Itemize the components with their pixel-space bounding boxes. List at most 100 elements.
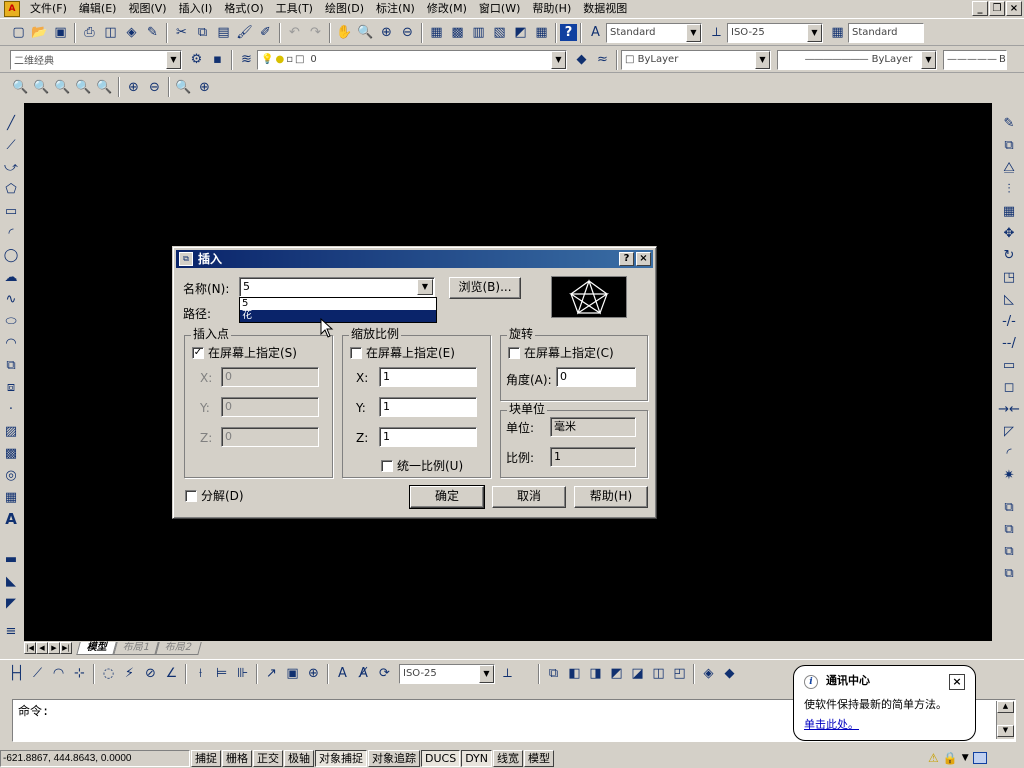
- draworder-3-icon[interactable]: ⧉: [999, 540, 1019, 562]
- zoom-extents-icon[interactable]: ⊕: [194, 77, 215, 98]
- copy-icon[interactable]: ⧉: [192, 22, 213, 43]
- sheet-set-icon[interactable]: ▧: [489, 22, 510, 43]
- plot-icon[interactable]: ✎: [142, 22, 163, 43]
- rectangle-icon[interactable]: ▭: [1, 200, 21, 222]
- otrack-toggle[interactable]: 对象追踪: [368, 750, 420, 767]
- scale-icon[interactable]: ◳: [999, 266, 1019, 288]
- menu-tools[interactable]: 工具(T): [270, 0, 319, 18]
- undo-icon[interactable]: ↶: [284, 22, 305, 43]
- print-icon[interactable]: ⎙: [79, 22, 100, 43]
- layer-combo[interactable]: 💡 ● ▫ □ 0 ▼: [257, 49, 567, 70]
- construction-line-icon[interactable]: ⟋: [1, 134, 21, 156]
- ok-button[interactable]: 确定: [409, 485, 485, 509]
- cancel-button[interactable]: 取消: [492, 486, 566, 508]
- zoom-object-icon[interactable]: 🔍: [94, 77, 115, 98]
- paste-icon[interactable]: ▤: [213, 22, 234, 43]
- zoom-dynamic-icon[interactable]: 🔍: [31, 77, 52, 98]
- zoom-scale-icon[interactable]: 🔍: [52, 77, 73, 98]
- coordinates-readout[interactable]: -621.8867, 444.8643, 0.0000: [0, 750, 190, 767]
- next-tab-icon[interactable]: ▶: [48, 642, 60, 654]
- zoom-realtime-icon[interactable]: 🔍: [355, 22, 376, 43]
- lineweight-toggle[interactable]: 线宽: [493, 750, 524, 767]
- left-extra-2-icon[interactable]: ◣: [1, 570, 21, 592]
- view-right-icon[interactable]: ◪: [627, 663, 648, 684]
- join-icon[interactable]: →←: [998, 398, 1020, 420]
- prev-tab-icon[interactable]: ◀: [36, 642, 48, 654]
- stretch-icon[interactable]: ◺: [999, 288, 1019, 310]
- warning-icon[interactable]: ⚠: [928, 751, 939, 765]
- erase-icon[interactable]: ✎: [999, 112, 1019, 134]
- tool-palettes-icon[interactable]: ▥: [468, 22, 489, 43]
- scale-y-field[interactable]: 1: [379, 397, 477, 417]
- layer-manager-icon[interactable]: ≋: [236, 49, 257, 70]
- break-at-point-icon[interactable]: ▭: [999, 354, 1019, 376]
- offset-icon[interactable]: ⫶: [999, 178, 1019, 200]
- arc-icon[interactable]: ◜: [1, 222, 21, 244]
- extend-icon[interactable]: --/: [999, 332, 1019, 354]
- preview-icon[interactable]: ◫: [100, 22, 121, 43]
- radius-dim-icon[interactable]: ◌: [98, 663, 119, 684]
- model-toggle[interactable]: 模型: [524, 750, 555, 767]
- dim-update-icon[interactable]: ⟳: [374, 663, 395, 684]
- draworder-2-icon[interactable]: ⧉: [999, 518, 1019, 540]
- dropdown-option[interactable]: 花: [240, 310, 436, 322]
- bubble-link[interactable]: 单击此处。: [804, 716, 965, 732]
- make-current-layer-icon[interactable]: ◆: [571, 49, 592, 70]
- scale-on-screen-checkbox[interactable]: [350, 346, 362, 359]
- matchprop-icon[interactable]: 🖌: [234, 22, 255, 43]
- menu-dimension[interactable]: 标注(N): [370, 0, 421, 18]
- command-scrollbar[interactable]: ▲ ▼: [996, 701, 1014, 739]
- new-icon[interactable]: ▢: [8, 22, 29, 43]
- make-block-icon[interactable]: ⧈: [1, 376, 21, 398]
- cut-icon[interactable]: ✂: [171, 22, 192, 43]
- block-editor-icon[interactable]: ✐: [255, 22, 276, 43]
- draworder-4-icon[interactable]: ⧉: [999, 562, 1019, 584]
- browse-button[interactable]: 浏览(B)...: [449, 277, 521, 299]
- polygon-icon[interactable]: ⬠: [1, 178, 21, 200]
- insertion-y-field[interactable]: 0: [221, 397, 319, 417]
- name-dropdown-arrow[interactable]: ▼: [417, 279, 433, 295]
- arc-length-icon[interactable]: ◠: [48, 663, 69, 684]
- linetype-combo[interactable]: ——————— ByLayer ▼: [777, 49, 937, 70]
- workspace-combo[interactable]: 二维经典 ▼: [10, 49, 182, 70]
- multiline-text-icon[interactable]: A: [1, 508, 21, 530]
- zoom-window-icon[interactable]: ⊕: [376, 22, 397, 43]
- chamfer-icon[interactable]: ◸: [999, 420, 1019, 442]
- zoom-window-tool-icon[interactable]: 🔍: [10, 77, 31, 98]
- snap-toggle[interactable]: 捕捉: [191, 750, 221, 767]
- continue-dim-icon[interactable]: ⊪: [232, 663, 253, 684]
- line-icon[interactable]: ╱: [1, 112, 21, 134]
- ucs-icon[interactable]: ⧉: [543, 663, 564, 684]
- break-icon[interactable]: ◻: [999, 376, 1019, 398]
- ellipse-arc-icon[interactable]: ◠: [1, 332, 21, 354]
- point-icon[interactable]: ·: [1, 398, 21, 420]
- help-button[interactable]: 帮助(H): [574, 486, 648, 508]
- help-icon[interactable]: ?: [560, 24, 577, 41]
- copy-object-icon[interactable]: ⧉: [999, 134, 1019, 156]
- bubble-close-button[interactable]: ×: [949, 674, 965, 690]
- shade-2-icon[interactable]: ◆: [719, 663, 740, 684]
- tab-layout1[interactable]: 布局1: [112, 641, 161, 655]
- menu-window[interactable]: 窗口(W): [473, 0, 526, 18]
- save-icon[interactable]: ▣: [50, 22, 71, 43]
- zoom-center-icon[interactable]: 🔍: [73, 77, 94, 98]
- fillet-icon[interactable]: ◜: [999, 442, 1019, 464]
- leader-icon[interactable]: ↗: [261, 663, 282, 684]
- workspace-save-icon[interactable]: ▪: [207, 49, 228, 70]
- calculator-icon[interactable]: ▦: [531, 22, 552, 43]
- bottom-dim-style-combo[interactable]: ISO-25 ▼: [399, 663, 495, 684]
- angular-dim-icon[interactable]: ∠: [161, 663, 182, 684]
- layer-previous-icon[interactable]: ≈: [592, 49, 613, 70]
- dialog-help-button[interactable]: ?: [619, 252, 634, 266]
- menu-draw[interactable]: 绘图(D): [319, 0, 370, 18]
- left-extra-3-icon[interactable]: ◤: [1, 592, 21, 614]
- menu-data-view[interactable]: 数据视图: [577, 0, 633, 18]
- ordinate-dim-icon[interactable]: ⊹: [69, 663, 90, 684]
- gradient-icon[interactable]: ▩: [1, 442, 21, 464]
- center-mark-icon[interactable]: ⊕: [303, 663, 324, 684]
- draworder-1-icon[interactable]: ⧉: [999, 496, 1019, 518]
- workspace-settings-icon[interactable]: ⚙: [186, 49, 207, 70]
- menu-modify[interactable]: 修改(M): [421, 0, 473, 18]
- dyn-toggle[interactable]: DYN: [461, 750, 493, 767]
- grid-toggle[interactable]: 栅格: [222, 750, 252, 767]
